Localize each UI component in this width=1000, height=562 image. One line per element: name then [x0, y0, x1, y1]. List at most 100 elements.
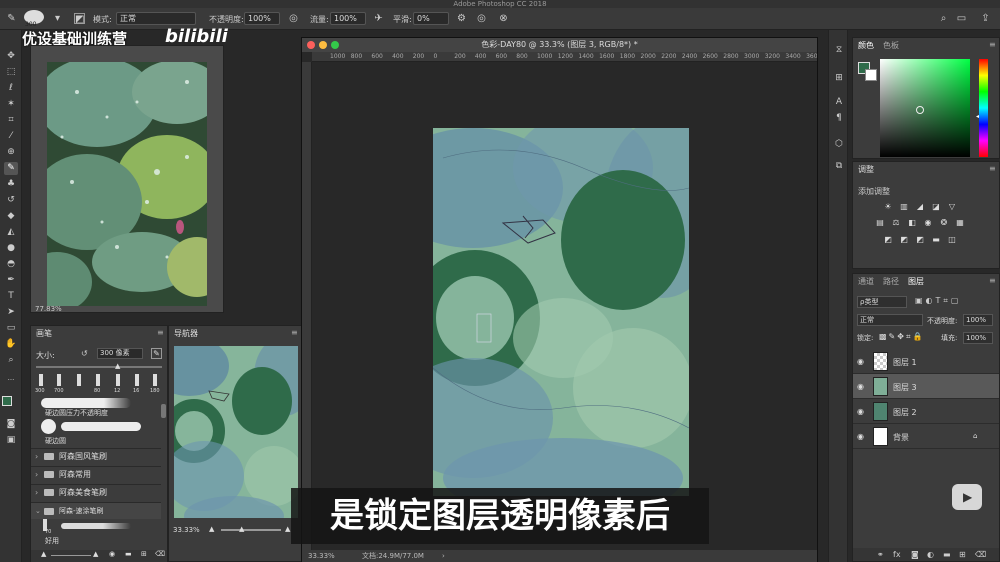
blur-tool-icon[interactable]: ● — [4, 242, 18, 255]
type-tool-icon[interactable]: T — [4, 290, 18, 303]
dodge-tool-icon[interactable]: ◓ — [4, 258, 18, 271]
panel-menu-icon[interactable]: ≡ — [989, 276, 996, 285]
marquee-tool-icon[interactable]: ⬚ — [4, 66, 18, 79]
vertical-ruler[interactable] — [302, 62, 312, 550]
brush-group-row[interactable]: › 阿森常用 — [31, 466, 161, 483]
move-tool-icon[interactable]: ✥ — [4, 50, 18, 63]
opacity-input[interactable]: 100% — [244, 12, 280, 25]
color-lookup-icon[interactable]: ▦ — [955, 218, 965, 227]
exposure-icon[interactable]: ◪ — [931, 202, 941, 211]
new-group-icon[interactable]: ▬ — [943, 548, 951, 561]
link-layers-icon[interactable]: ⚭ — [877, 548, 884, 561]
zoom-tool-icon[interactable]: ⌕ — [4, 354, 18, 367]
painting-canvas[interactable] — [433, 128, 689, 496]
preview-size-slider[interactable] — [51, 555, 91, 556]
layer-name[interactable]: 图层 2 — [893, 407, 917, 418]
new-brush-icon[interactable]: ✎ — [151, 348, 162, 359]
vibrance-icon[interactable]: ▽ — [947, 202, 957, 211]
brush-preset-strip[interactable]: 300 700 80 12 16 180 — [34, 372, 162, 398]
more-tools-icon[interactable]: ··· — [4, 374, 18, 387]
zoom-out-icon[interactable]: ▲ — [209, 525, 214, 533]
crop-tool-icon[interactable]: ⌗ — [4, 114, 18, 127]
chevron-right-icon[interactable]: › — [442, 550, 445, 562]
preset-tip[interactable] — [39, 374, 43, 386]
levels-icon[interactable]: ▥ — [899, 202, 909, 211]
brush-tool-icon[interactable]: ✎ — [4, 162, 18, 175]
adjustment-layer-icon[interactable]: ◐ — [927, 548, 934, 561]
small-brush-icon[interactable]: ▲ — [41, 550, 46, 558]
reference-image-window[interactable]: 77.83% — [30, 45, 224, 313]
threshold-icon[interactable]: ◩ — [915, 235, 925, 244]
lasso-tool-icon[interactable]: ℓ — [4, 82, 18, 95]
maximize-icon[interactable] — [331, 41, 339, 49]
layer-fill-input[interactable]: 100% — [963, 332, 993, 344]
selective-color-icon[interactable]: ◫ — [947, 235, 957, 244]
zoom-slider-thumb[interactable]: ▲ — [239, 525, 244, 533]
zoom-in-icon[interactable]: ▲ — [285, 525, 290, 533]
layer-row[interactable]: ◉ 图层 2 — [853, 399, 999, 424]
hue-slider-thumb[interactable]: ◂ — [976, 113, 979, 120]
magic-wand-icon[interactable]: ✶ — [4, 98, 18, 111]
new-group-icon[interactable]: ▬ — [125, 550, 132, 558]
layer-row[interactable]: ◉ 图层 3 — [853, 374, 999, 399]
fx-icon[interactable]: fx — [893, 548, 901, 561]
new-brush-icon[interactable]: ⊞ — [141, 550, 147, 558]
size-slider-thumb[interactable]: ▲ — [115, 362, 120, 370]
preset-tip[interactable] — [153, 374, 157, 386]
properties-icon[interactable]: ⊞ — [833, 72, 845, 84]
tab-navigator[interactable]: 导航器 — [174, 328, 198, 339]
document-zoom[interactable]: 33.33% — [308, 550, 335, 562]
brush-tool-icon[interactable]: ✎ — [6, 13, 17, 24]
trash-icon[interactable]: ⌫ — [155, 550, 165, 558]
sub-brush-label[interactable]: 好用 — [45, 536, 59, 546]
pressure-size-icon[interactable]: ◎ — [476, 13, 487, 24]
navigator-preview[interactable] — [174, 346, 298, 518]
character-icon[interactable]: A — [833, 96, 845, 108]
panel-menu-icon[interactable]: ≡ — [291, 328, 298, 337]
close-icon[interactable] — [307, 41, 315, 49]
layer-name[interactable]: 图层 1 — [893, 357, 917, 368]
tab-swatches[interactable]: 色板 — [883, 40, 899, 51]
layer-kind-filter[interactable]: ρ类型 — [857, 296, 907, 308]
path-select-icon[interactable]: ➤ — [4, 306, 18, 319]
tab-brushes[interactable]: 画笔 — [36, 328, 52, 339]
navigator-zoom[interactable]: 33.33% — [173, 526, 200, 534]
eraser-icon[interactable]: ◆ — [4, 210, 18, 223]
flow-input[interactable]: 100% — [330, 12, 366, 25]
invert-icon[interactable]: ◩ — [883, 235, 893, 244]
blend-mode-select[interactable]: 正常 — [857, 314, 923, 326]
history-icon[interactable]: ⧖ — [833, 44, 845, 56]
layer-row[interactable]: ◉ 图层 1 — [853, 349, 999, 374]
foreground-color-swatch[interactable] — [2, 396, 12, 406]
actions-icon[interactable]: ⧉ — [833, 160, 845, 172]
gradient-map-icon[interactable]: ▬ — [931, 235, 941, 244]
panel-menu-icon[interactable]: ≡ — [989, 40, 996, 49]
quick-mask-icon[interactable]: ◙ — [4, 418, 18, 431]
hand-tool-icon[interactable]: ✋ — [4, 338, 18, 351]
search-icon[interactable]: ⌕ — [938, 13, 949, 24]
navigator-zoom-slider[interactable] — [221, 529, 281, 531]
pressure-opacity-icon[interactable]: ◎ — [288, 13, 299, 24]
size-slider-track[interactable] — [36, 366, 162, 368]
healing-brush-icon[interactable]: ⊕ — [4, 146, 18, 159]
brush-item-hard-round-pressure[interactable]: 硬边圆压力不透明度 — [45, 408, 108, 418]
black-white-icon[interactable]: ◧ — [907, 218, 917, 227]
trash-icon[interactable]: ⌫ — [975, 548, 986, 561]
history-brush-icon[interactable]: ↺ — [4, 194, 18, 207]
visibility-eye-icon[interactable]: ◉ — [857, 357, 864, 366]
brush-group-row[interactable]: › 阿森美食笔刷 — [31, 484, 161, 501]
photo-filter-icon[interactable]: ◉ — [923, 218, 933, 227]
posterize-icon[interactable]: ◩ — [899, 235, 909, 244]
paint-bucket-icon[interactable]: ◭ — [4, 226, 18, 239]
tab-paths[interactable]: 路径 — [883, 276, 899, 287]
panel-menu-icon[interactable]: ≡ — [989, 164, 996, 173]
layer-mask-icon[interactable]: ◙ — [911, 548, 919, 561]
brush-group-row[interactable]: ⌄ 阿森-速涂笔刷 — [31, 502, 161, 519]
tab-layers[interactable]: 图层 — [908, 276, 924, 287]
layer-opacity-input[interactable]: 100% — [963, 314, 993, 326]
hue-slider[interactable]: ◂ — [976, 59, 988, 157]
tab-color[interactable]: 颜色 — [858, 40, 874, 51]
filter-icons[interactable]: ▣◐T⌗▢ — [915, 296, 962, 306]
mode-select[interactable]: 正常 — [116, 12, 196, 25]
preset-tip[interactable] — [57, 374, 61, 386]
